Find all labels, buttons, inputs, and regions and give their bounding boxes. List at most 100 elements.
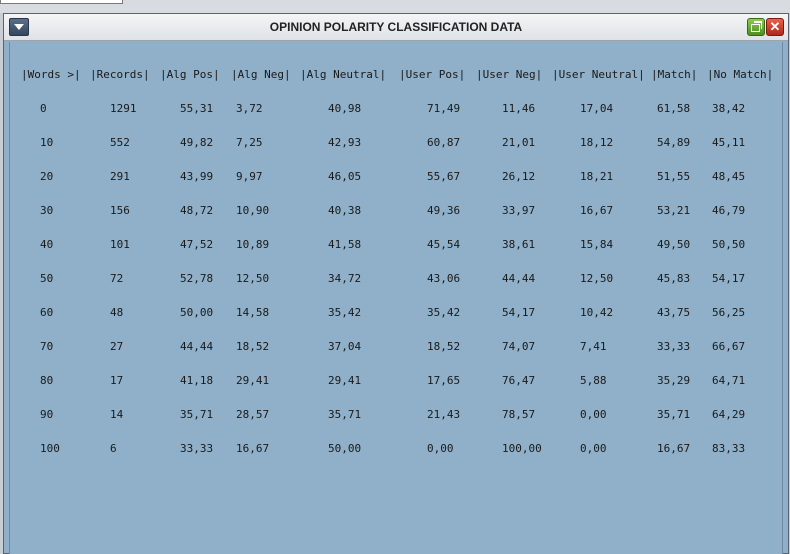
column-header: |Words >| xyxy=(21,68,81,81)
table-cell: 10,90 xyxy=(236,204,270,217)
table-cell: 100,00 xyxy=(502,442,542,455)
table-cell: 40,38 xyxy=(328,204,362,217)
table-cell: 44,44 xyxy=(180,340,214,353)
table-cell: 101 xyxy=(110,238,130,251)
top-field[interactable] xyxy=(0,0,123,4)
table-cell: 41,18 xyxy=(180,374,214,387)
column-header: |User Pos| xyxy=(399,68,466,81)
table-cell: 54,17 xyxy=(712,272,746,285)
table-cell: 64,29 xyxy=(712,408,746,421)
table-cell: 55,31 xyxy=(180,102,214,115)
table-cell: 41,58 xyxy=(328,238,362,251)
table-cell: 0,00 xyxy=(427,442,454,455)
column-header: |Alg Pos| xyxy=(160,68,220,81)
table-cell: 35,71 xyxy=(657,408,691,421)
table-cell: 55,67 xyxy=(427,170,461,183)
table-cell: 50,00 xyxy=(180,306,214,319)
table-cell: 46,05 xyxy=(328,170,362,183)
table-cell: 30 xyxy=(40,204,54,217)
table-cell: 0 xyxy=(40,102,47,115)
table-cell: 71,49 xyxy=(427,102,461,115)
table-cell: 33,33 xyxy=(180,442,214,455)
table-cell: 15,84 xyxy=(580,238,614,251)
table-cell: 48,45 xyxy=(712,170,746,183)
table-cell: 14 xyxy=(110,408,124,421)
table-cell: 0,00 xyxy=(580,408,607,421)
table-cell: 40,98 xyxy=(328,102,362,115)
table-cell: 44,44 xyxy=(502,272,536,285)
table-area: |Words >| |Records| |Alg Pos| |Alg Neg| |Alg… xyxy=(9,42,783,554)
restore-icon-back xyxy=(754,21,762,29)
table-cell: 90 xyxy=(40,408,54,421)
table-cell: 11,46 xyxy=(502,102,536,115)
table-cell: 49,36 xyxy=(427,204,461,217)
table-cell: 17 xyxy=(110,374,124,387)
table-cell: 14,58 xyxy=(236,306,270,319)
restore-button[interactable] xyxy=(747,18,765,36)
table-cell: 45,11 xyxy=(712,136,746,149)
table-cell: 50 xyxy=(40,272,54,285)
table-cell: 17,04 xyxy=(580,102,614,115)
table-cell: 26,12 xyxy=(502,170,536,183)
table-cell: 64,71 xyxy=(712,374,746,387)
table-cell: 12,50 xyxy=(236,272,270,285)
table-cell: 29,41 xyxy=(236,374,270,387)
table-cell: 33,33 xyxy=(657,340,691,353)
table-cell: 50,00 xyxy=(328,442,362,455)
table-cell: 43,75 xyxy=(657,306,691,319)
table-cell: 72 xyxy=(110,272,124,285)
table-cell: 35,29 xyxy=(657,374,691,387)
table-cell: 34,72 xyxy=(328,272,362,285)
table-cell: 18,21 xyxy=(580,170,614,183)
table-cell: 10,42 xyxy=(580,306,614,319)
table-cell: 16,67 xyxy=(236,442,270,455)
column-header: |Alg Neutral| xyxy=(300,68,387,81)
table-cell: 18,52 xyxy=(427,340,461,353)
table-cell: 28,57 xyxy=(236,408,270,421)
table-cell: 33,97 xyxy=(502,204,536,217)
table-cell: 50,50 xyxy=(712,238,746,251)
window-title: OPINION POLARITY CLASSIFICATION DATA xyxy=(269,20,523,34)
table-cell: 291 xyxy=(110,170,130,183)
table-cell: 42,93 xyxy=(328,136,362,149)
table-cell: 76,47 xyxy=(502,374,536,387)
table-cell: 46,79 xyxy=(712,204,746,217)
table-cell: 552 xyxy=(110,136,130,149)
table-cell: 43,06 xyxy=(427,272,461,285)
table-cell: 5,88 xyxy=(580,374,607,387)
table-cell: 56,25 xyxy=(712,306,746,319)
column-header: |No Match| xyxy=(707,68,774,81)
table-cell: 6 xyxy=(110,442,117,455)
column-header: |Alg Neg| xyxy=(231,68,291,81)
table-cell: 49,50 xyxy=(657,238,691,251)
table-cell: 53,21 xyxy=(657,204,691,217)
table-cell: 16,67 xyxy=(580,204,614,217)
table-cell: 100 xyxy=(40,442,60,455)
table-cell: 9,97 xyxy=(236,170,263,183)
table-cell: 10 xyxy=(40,136,54,149)
table-cell: 78,57 xyxy=(502,408,536,421)
table-cell: 51,55 xyxy=(657,170,691,183)
table-cell: 66,67 xyxy=(712,340,746,353)
table-cell: 29,41 xyxy=(328,374,362,387)
table-cell: 18,12 xyxy=(580,136,614,149)
table-cell: 70 xyxy=(40,340,54,353)
table-cell: 60,87 xyxy=(427,136,461,149)
table-cell: 49,82 xyxy=(180,136,214,149)
table-cell: 35,42 xyxy=(328,306,362,319)
table-cell: 0,00 xyxy=(580,442,607,455)
close-button[interactable]: ✕ xyxy=(766,18,784,36)
column-header: |User Neg| xyxy=(476,68,543,81)
table-cell: 47,52 xyxy=(180,238,214,251)
column-header: |User Neutral| xyxy=(552,68,645,81)
table-cell: 21,43 xyxy=(427,408,461,421)
title-bar[interactable]: OPINION POLARITY CLASSIFICATION DATA ✕ xyxy=(4,14,788,41)
table-cell: 48,72 xyxy=(180,204,214,217)
table-cell: 16,67 xyxy=(657,442,691,455)
table-cell: 61,58 xyxy=(657,102,691,115)
table-cell: 17,65 xyxy=(427,374,461,387)
column-header: |Records| xyxy=(90,68,150,81)
table-cell: 156 xyxy=(110,204,130,217)
table-cell: 10,89 xyxy=(236,238,270,251)
table-cell: 27 xyxy=(110,340,124,353)
